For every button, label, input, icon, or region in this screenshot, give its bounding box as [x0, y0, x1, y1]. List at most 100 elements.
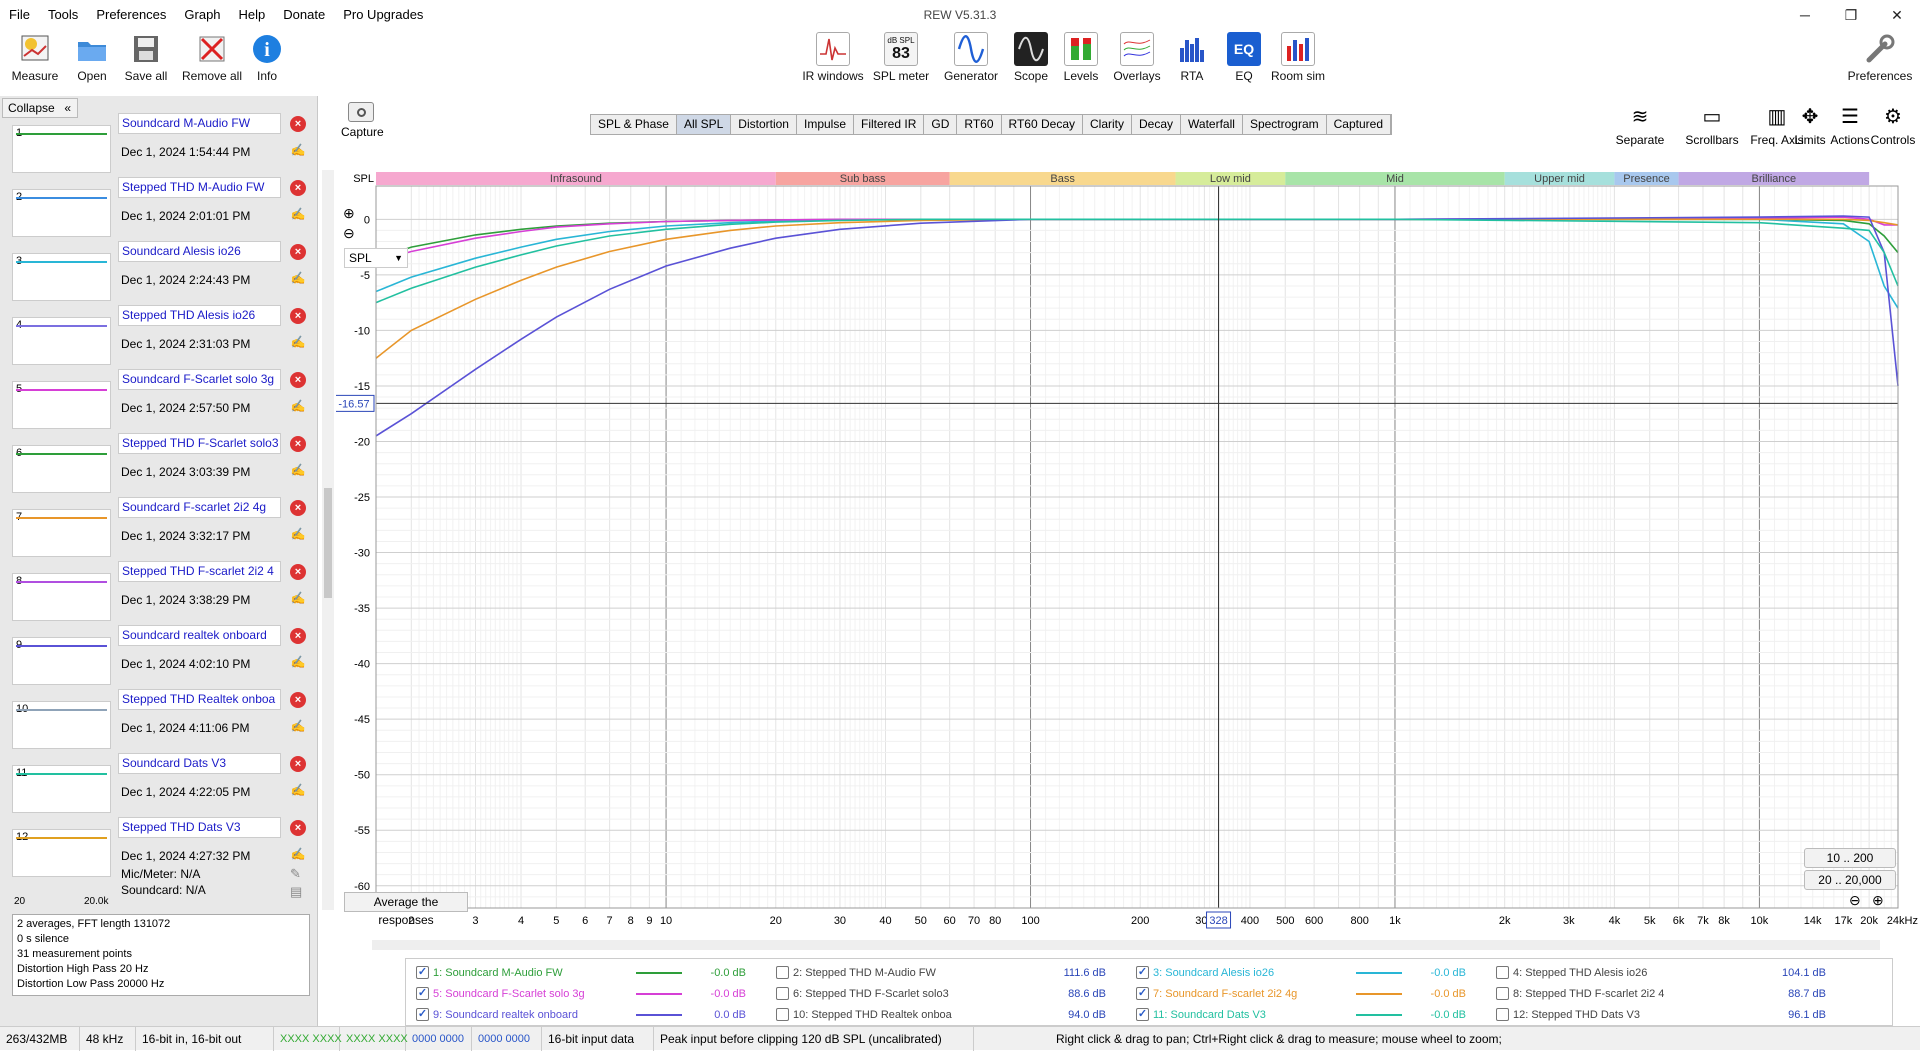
tab-spectrogram[interactable]: Spectrogram: [1243, 115, 1327, 134]
zoom-out-icon[interactable]: ⊖: [1849, 892, 1861, 909]
maximize-button[interactable]: ❐: [1828, 0, 1874, 30]
menu-tools[interactable]: Tools: [39, 0, 87, 30]
legend-item[interactable]: 12: Stepped THD Dats V3 96.1 dB: [1496, 1005, 1846, 1026]
menu-pro-upgrades[interactable]: Pro Upgrades: [334, 0, 432, 30]
legend-item[interactable]: ✓ 5: Soundcard F-Scarlet solo 3g -0.0 dB: [416, 984, 766, 1005]
preferences-button[interactable]: Preferences: [1844, 32, 1916, 83]
menu-donate[interactable]: Donate: [274, 0, 334, 30]
measurement-edit-icon[interactable]: ✍: [290, 719, 306, 734]
tab-impulse[interactable]: Impulse: [797, 115, 855, 134]
measurement-item[interactable]: 1Soundcard M-Audio FW×Dec 1, 2024 1:54:4…: [0, 102, 316, 173]
delete-measurement-icon[interactable]: ×: [290, 116, 306, 132]
spl-meter-button[interactable]: dB SPL 83 SPL meter: [871, 32, 931, 83]
controls-button[interactable]: ⚙ Controls: [1870, 102, 1916, 148]
measurement-name-field[interactable]: Soundcard Dats V3: [118, 753, 281, 774]
measurement-edit-icon[interactable]: ✍: [290, 143, 306, 158]
zoom-preset-20-20000[interactable]: 20 .. 20,000: [1804, 870, 1896, 890]
measurement-edit-icon[interactable]: ✍: [290, 207, 306, 222]
measurement-edit-icon[interactable]: ✍: [290, 271, 306, 286]
delete-measurement-icon[interactable]: ×: [290, 820, 306, 836]
legend-item[interactable]: ✓ 1: Soundcard M-Audio FW -0.0 dB: [416, 963, 766, 984]
legend-item[interactable]: ✓ 11: Soundcard Dats V3 -0.0 dB: [1136, 1005, 1486, 1026]
measurement-edit-icon[interactable]: ✍: [290, 783, 306, 798]
measurement-edit-icon[interactable]: ✍: [290, 399, 306, 414]
measurement-edit-icon[interactable]: ✍: [290, 463, 306, 478]
delete-measurement-icon[interactable]: ×: [290, 756, 306, 772]
measurement-item[interactable]: 7Soundcard F-scarlet 2i2 4g×Dec 1, 2024 …: [0, 486, 316, 557]
tab-rt60-decay[interactable]: RT60 Decay: [1002, 115, 1083, 134]
measure-button[interactable]: Measure: [6, 32, 64, 83]
measurement-name-field[interactable]: Stepped THD F-Scarlet solo3: [118, 433, 281, 454]
measurement-edit-icon[interactable]: ✍: [290, 527, 306, 542]
delete-measurement-icon[interactable]: ×: [290, 308, 306, 324]
tab-decay[interactable]: Decay: [1132, 115, 1182, 134]
levels-button[interactable]: Levels: [1060, 32, 1102, 83]
delete-measurement-icon[interactable]: ×: [290, 244, 306, 260]
zoom-in-icon[interactable]: ⊕: [1872, 892, 1884, 909]
zoom-preset-10-200[interactable]: 10 .. 200: [1804, 848, 1896, 868]
overlays-button[interactable]: Overlays: [1110, 32, 1164, 83]
legend-item[interactable]: 8: Stepped THD F-scarlet 2i2 4 88.7 dB: [1496, 984, 1846, 1005]
zoom-in-icon[interactable]: ⊕: [343, 205, 355, 222]
measurement-edit-icon[interactable]: ✍: [290, 655, 306, 670]
legend-checkbox[interactable]: ✓: [1136, 1008, 1149, 1021]
measurement-edit-icon[interactable]: ✍: [290, 335, 306, 350]
delete-measurement-icon[interactable]: ×: [290, 564, 306, 580]
tab-spl-phase[interactable]: SPL & Phase: [591, 115, 677, 134]
menu-file[interactable]: File: [0, 0, 39, 30]
legend-item[interactable]: ✓ 3: Soundcard Alesis io26 -0.0 dB: [1136, 963, 1486, 984]
measurement-item[interactable]: 6Stepped THD F-Scarlet solo3×Dec 1, 2024…: [0, 422, 316, 493]
generator-button[interactable]: Generator: [940, 32, 1002, 83]
delete-measurement-icon[interactable]: ×: [290, 180, 306, 196]
rta-button[interactable]: RTA: [1172, 32, 1212, 83]
spl-chart[interactable]: Infrasound Sub bass Bass Low mid Mid Upper mi…: [336, 148, 1920, 948]
legend-checkbox[interactable]: [776, 966, 789, 979]
measurement-item[interactable]: 4Stepped THD Alesis io26×Dec 1, 2024 2:3…: [0, 294, 316, 365]
measurement-edit-icon[interactable]: ✍: [290, 847, 306, 862]
measurement-item[interactable]: 9Soundcard realtek onboard×Dec 1, 2024 4…: [0, 614, 316, 685]
close-button[interactable]: ✕: [1874, 0, 1920, 30]
measurement-name-field[interactable]: Stepped THD M-Audio FW: [118, 177, 281, 198]
legend-checkbox[interactable]: [776, 1008, 789, 1021]
measurement-item[interactable]: 10Stepped THD Realtek onboa×Dec 1, 2024 …: [0, 678, 316, 749]
menu-preferences[interactable]: Preferences: [87, 0, 175, 30]
delete-measurement-icon[interactable]: ×: [290, 628, 306, 644]
measurement-name-field[interactable]: Stepped THD F-scarlet 2i2 4: [118, 561, 281, 582]
scrollbar-thumb[interactable]: [324, 488, 332, 598]
measurement-edit-icon[interactable]: ✍: [290, 591, 306, 606]
measurement-name-field[interactable]: Soundcard Alesis io26: [118, 241, 281, 262]
measurement-thumbnail[interactable]: 12: [12, 829, 111, 877]
save-all-button[interactable]: Save all: [120, 32, 172, 83]
measurement-name-field[interactable]: Soundcard M-Audio FW: [118, 113, 281, 134]
measurement-item[interactable]: 8Stepped THD F-scarlet 2i2 4×Dec 1, 2024…: [0, 550, 316, 621]
delete-measurement-icon[interactable]: ×: [290, 692, 306, 708]
measurement-item[interactable]: 3Soundcard Alesis io26×Dec 1, 2024 2:24:…: [0, 230, 316, 301]
measurement-item[interactable]: 11Soundcard Dats V3×Dec 1, 2024 4:22:05 …: [0, 742, 316, 813]
tab-gd[interactable]: GD: [924, 115, 958, 134]
separate-button[interactable]: ≋ Separate: [1612, 102, 1668, 148]
minimize-button[interactable]: ─: [1782, 0, 1828, 30]
tab-waterfall[interactable]: Waterfall: [1181, 115, 1243, 134]
tab-clarity[interactable]: Clarity: [1083, 115, 1133, 134]
legend-checkbox[interactable]: [1496, 1008, 1509, 1021]
legend-checkbox[interactable]: ✓: [1136, 966, 1149, 979]
eq-button[interactable]: EQ EQ: [1226, 32, 1262, 83]
open-button[interactable]: Open: [68, 32, 116, 83]
legend-item[interactable]: 10: Stepped THD Realtek onboa 94.0 dB: [776, 1005, 1126, 1026]
spl-dropdown[interactable]: SPL ▼: [344, 248, 408, 268]
scrollbars-button[interactable]: ▭ Scrollbars: [1680, 102, 1744, 148]
measurement-name-field[interactable]: Stepped THD Realtek onboa: [118, 689, 281, 710]
tab-all-spl[interactable]: All SPL: [676, 115, 732, 134]
pencil-icon[interactable]: ✎: [290, 866, 301, 882]
graph-horizontal-scrollbar[interactable]: [372, 940, 1880, 950]
legend-checkbox[interactable]: [1496, 987, 1509, 1000]
measurement-item[interactable]: 5Soundcard F-Scarlet solo 3g×Dec 1, 2024…: [0, 358, 316, 429]
legend-checkbox[interactable]: [776, 987, 789, 1000]
legend-item[interactable]: 2: Stepped THD M-Audio FW 111.6 dB: [776, 963, 1126, 984]
legend-item[interactable]: ✓ 7: Soundcard F-scarlet 2i2 4g -0.0 dB: [1136, 984, 1486, 1005]
zoom-out-icon[interactable]: ⊖: [343, 225, 355, 242]
delete-measurement-icon[interactable]: ×: [290, 372, 306, 388]
legend-checkbox[interactable]: ✓: [416, 966, 429, 979]
room-sim-button[interactable]: Room sim: [1268, 32, 1328, 83]
average-responses-button[interactable]: Average the responses: [344, 892, 468, 927]
